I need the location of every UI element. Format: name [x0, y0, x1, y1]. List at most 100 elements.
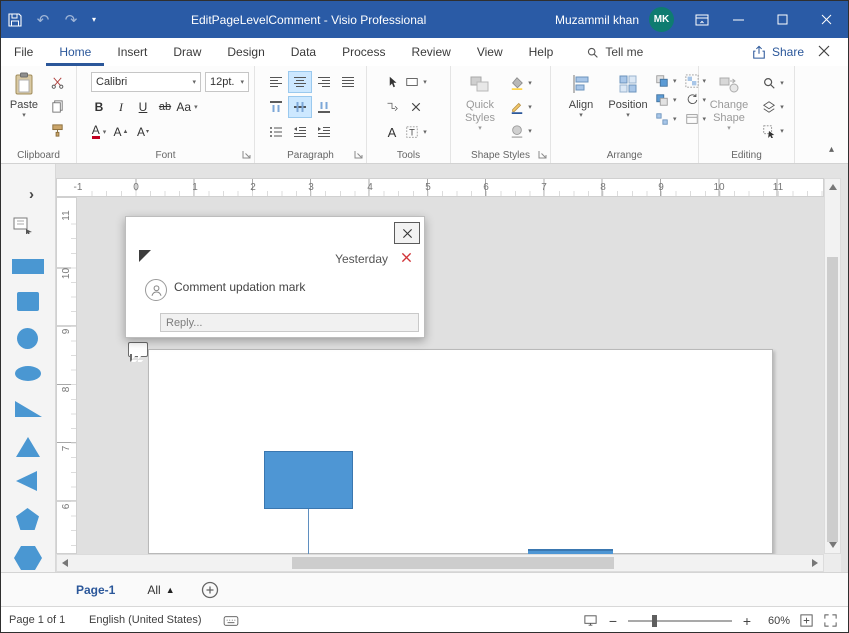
- underline-button[interactable]: U: [133, 97, 153, 117]
- copy-button[interactable]: [45, 96, 69, 117]
- horizontal-scrollbar[interactable]: [56, 554, 824, 572]
- maximize-button[interactable]: [760, 1, 804, 38]
- tab-process[interactable]: Process: [329, 38, 398, 66]
- connector-tool-button[interactable]: [381, 97, 403, 117]
- canvas-connector[interactable]: [308, 509, 309, 554]
- all-pages-button[interactable]: All ▲: [147, 583, 174, 597]
- text-tool-button[interactable]: A: [381, 122, 403, 142]
- justify-button[interactable]: [337, 72, 359, 92]
- bold-button[interactable]: B: [89, 97, 109, 117]
- document-close-icon[interactable]: [818, 45, 834, 61]
- keyboard-icon[interactable]: [223, 615, 239, 627]
- layers-button[interactable]: ▾: [761, 96, 785, 117]
- font-name-combo[interactable]: Calibri ▾: [91, 72, 201, 92]
- align-right-button[interactable]: [313, 72, 335, 92]
- font-size-combo[interactable]: 12pt. ▾: [205, 72, 249, 92]
- tab-insert[interactable]: Insert: [104, 38, 160, 66]
- font-color-button[interactable]: A ▾: [89, 122, 109, 142]
- user-name[interactable]: Muzammil khan: [555, 13, 639, 27]
- quick-shape-circle[interactable]: [17, 328, 38, 349]
- scroll-right-icon[interactable]: [812, 559, 818, 567]
- comment-close-button[interactable]: [394, 222, 420, 244]
- page-indicator[interactable]: Page 1 of 1: [9, 614, 65, 626]
- align-center-button[interactable]: [289, 72, 311, 92]
- format-painter-button[interactable]: [45, 120, 69, 141]
- vertical-scroll-thumb[interactable]: [827, 257, 838, 542]
- tab-design[interactable]: Design: [214, 38, 277, 66]
- zoom-level[interactable]: 60%: [762, 615, 790, 627]
- quick-shape-hexagon[interactable]: [14, 546, 42, 570]
- scroll-up-icon[interactable]: [829, 184, 837, 190]
- shrink-font-button[interactable]: A ▾: [133, 122, 153, 142]
- insert-page-button[interactable]: [201, 581, 219, 599]
- canvas-shape-rectangle[interactable]: [264, 451, 353, 509]
- send-to-back-button[interactable]: ▾: [655, 93, 677, 107]
- align-left-button[interactable]: [265, 72, 287, 92]
- collapse-ribbon-button[interactable]: ▴: [829, 144, 834, 155]
- align-middle-button[interactable]: [289, 97, 311, 117]
- tab-home[interactable]: Home: [46, 38, 104, 66]
- line-button[interactable]: ▾: [509, 96, 533, 117]
- fill-button[interactable]: ▾: [509, 72, 533, 93]
- italic-button[interactable]: I: [111, 97, 131, 117]
- effects-button[interactable]: ▾: [509, 120, 533, 141]
- change-case-button[interactable]: Aa ▾: [177, 97, 197, 117]
- presentation-mode-icon[interactable]: [583, 613, 598, 628]
- pointer-tool-button[interactable]: [381, 72, 403, 92]
- quick-shape-square[interactable]: [17, 292, 39, 311]
- quick-access-dropdown-icon[interactable]: ▾: [85, 6, 103, 34]
- undo-icon[interactable]: ↶: [29, 6, 57, 34]
- increase-indent-button[interactable]: [313, 122, 335, 142]
- close-button[interactable]: [804, 1, 848, 38]
- page-comment-marker[interactable]: [128, 342, 148, 357]
- shapes-panel-icon[interactable]: [13, 216, 33, 234]
- bullets-button[interactable]: [265, 122, 287, 142]
- find-button[interactable]: ▾: [761, 72, 785, 93]
- redo-icon[interactable]: ↷: [57, 6, 85, 34]
- tab-review[interactable]: Review: [398, 38, 463, 66]
- vertical-scrollbar[interactable]: [824, 178, 841, 554]
- tab-data[interactable]: Data: [278, 38, 329, 66]
- share-button[interactable]: Share: [752, 45, 804, 59]
- ungroup-button[interactable]: ▾: [655, 112, 677, 126]
- ribbon-display-options-icon[interactable]: [688, 6, 716, 34]
- bring-to-front-button[interactable]: ▾: [655, 74, 677, 88]
- comment-delete-button[interactable]: [401, 252, 415, 266]
- zoom-out-button[interactable]: −: [607, 613, 619, 629]
- cut-button[interactable]: [45, 72, 69, 93]
- tab-draw[interactable]: Draw: [160, 38, 214, 66]
- zoom-slider-thumb[interactable]: [652, 615, 657, 627]
- fullscreen-icon[interactable]: [823, 613, 838, 628]
- fit-page-icon[interactable]: [799, 613, 814, 628]
- comment-anchor-icon[interactable]: [139, 250, 151, 262]
- align-button[interactable]: Align ▾: [561, 70, 601, 120]
- zoom-slider[interactable]: [628, 614, 732, 628]
- connection-point-tool-button[interactable]: [405, 97, 427, 117]
- expand-shapes-panel-button[interactable]: ›: [29, 186, 34, 203]
- horizontal-scroll-thumb[interactable]: [292, 557, 614, 569]
- paste-button[interactable]: Paste ▾: [5, 70, 43, 120]
- zoom-in-button[interactable]: +: [741, 613, 753, 629]
- change-shape-button[interactable]: Change Shape ▾: [703, 70, 755, 133]
- quick-shape-pentagon[interactable]: [16, 508, 39, 530]
- text-block-tool-button[interactable]: ▾: [405, 122, 427, 142]
- quick-shape-ellipse[interactable]: [15, 366, 41, 381]
- minimize-button[interactable]: [716, 1, 760, 38]
- user-avatar[interactable]: MK: [649, 7, 674, 32]
- quick-shape-right-triangle[interactable]: [15, 401, 42, 417]
- language-indicator[interactable]: English (United States): [89, 614, 202, 626]
- quick-shape-left-triangle[interactable]: [16, 471, 37, 491]
- scroll-down-icon[interactable]: [829, 542, 837, 548]
- strikethrough-button[interactable]: ab: [155, 97, 175, 117]
- tab-file[interactable]: File: [1, 38, 46, 66]
- save-icon[interactable]: [1, 6, 29, 34]
- page-tab-page1[interactable]: Page-1: [76, 583, 115, 597]
- tab-help[interactable]: Help: [516, 38, 567, 66]
- quick-styles-button[interactable]: Quick Styles ▾: [457, 70, 503, 133]
- position-button[interactable]: Position ▾: [605, 70, 651, 120]
- scroll-left-icon[interactable]: [62, 559, 68, 567]
- align-top-button[interactable]: [265, 97, 287, 117]
- drawing-page[interactable]: [148, 349, 773, 554]
- tab-view[interactable]: View: [464, 38, 516, 66]
- comment-reply-input[interactable]: [160, 313, 419, 332]
